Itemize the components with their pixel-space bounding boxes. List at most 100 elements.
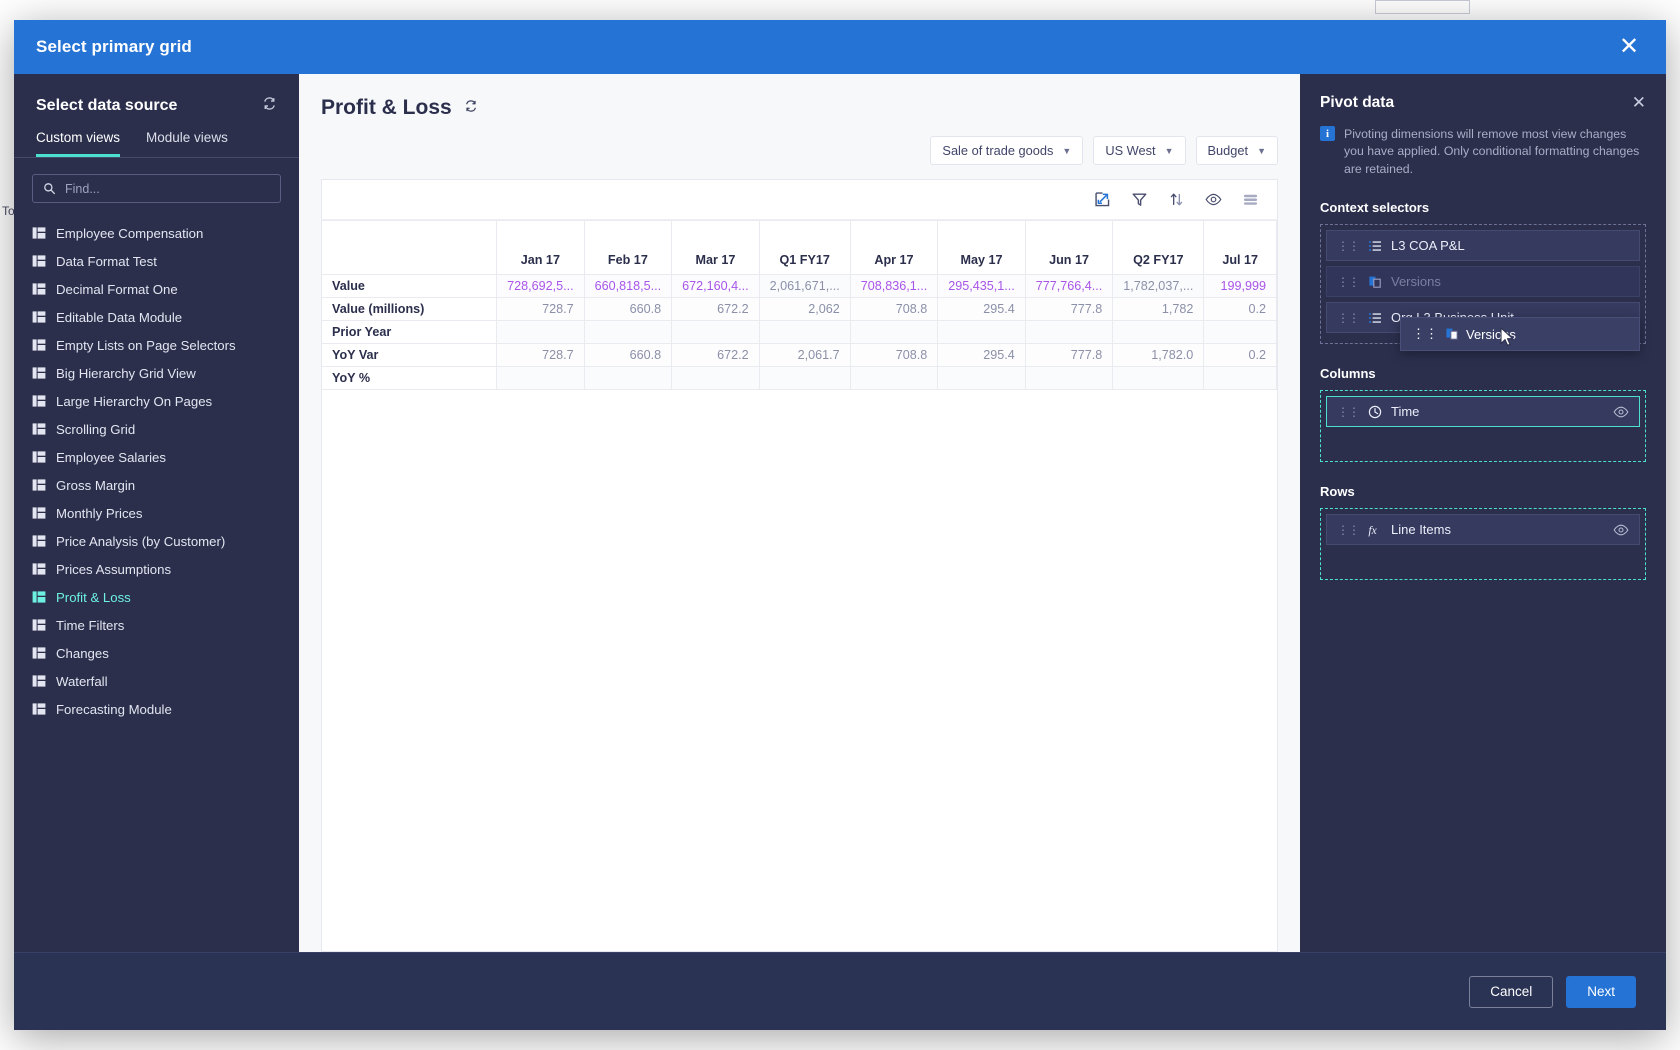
grid-cell[interactable]: 660.8 bbox=[584, 298, 672, 321]
sidebar-item-large-hierarchy-on-pages[interactable]: Large Hierarchy On Pages bbox=[14, 387, 299, 415]
column-header[interactable]: Apr 17 bbox=[850, 221, 938, 275]
grid-cell[interactable] bbox=[938, 321, 1026, 344]
grid-cell[interactable]: 1,782,037,... bbox=[1113, 275, 1204, 298]
sidebar-item-employee-compensation[interactable]: Employee Compensation bbox=[14, 219, 299, 247]
column-header[interactable]: Jul 17 bbox=[1204, 221, 1277, 275]
grid-cell[interactable]: 295.4 bbox=[938, 298, 1026, 321]
dropzone-columns[interactable]: ⋮⋮ Time bbox=[1320, 390, 1646, 462]
sidebar-item-scrolling-grid[interactable]: Scrolling Grid bbox=[14, 415, 299, 443]
sidebar-item-waterfall[interactable]: Waterfall bbox=[14, 667, 299, 695]
row-header[interactable]: Value (millions) bbox=[322, 298, 497, 321]
chip-line-items[interactable]: ⋮⋮ fx Line Items bbox=[1326, 514, 1640, 545]
close-icon[interactable]: ✕ bbox=[1632, 94, 1646, 111]
chip-time[interactable]: ⋮⋮ Time bbox=[1326, 396, 1640, 427]
grid-cell[interactable]: 777.8 bbox=[1025, 344, 1113, 367]
drag-ghost-versions[interactable]: ⋮⋮ Versions bbox=[1400, 317, 1640, 351]
grid-cell[interactable]: 672.2 bbox=[672, 344, 760, 367]
grid-cell[interactable]: 728.7 bbox=[497, 344, 585, 367]
grid-cell[interactable]: 2,061,671,... bbox=[759, 275, 850, 298]
grid-cell[interactable] bbox=[672, 321, 760, 344]
grid-cell[interactable]: 728,692,5... bbox=[497, 275, 585, 298]
tab-module-views[interactable]: Module views bbox=[146, 130, 228, 157]
sidebar-item-time-filters[interactable]: Time Filters bbox=[14, 611, 299, 639]
grid-cell[interactable]: 777,766,4... bbox=[1025, 275, 1113, 298]
next-button[interactable]: Next bbox=[1566, 976, 1636, 1008]
grid-cell[interactable]: 199,999 bbox=[1204, 275, 1277, 298]
grid-cell[interactable] bbox=[584, 321, 672, 344]
grid-cell[interactable] bbox=[1025, 321, 1113, 344]
sort-icon[interactable] bbox=[1168, 191, 1185, 208]
drag-handle-icon[interactable]: ⋮⋮ bbox=[1337, 275, 1359, 289]
grid-cell[interactable]: 672,160,4... bbox=[672, 275, 760, 298]
grid-cell[interactable] bbox=[1204, 321, 1277, 344]
grid-cell[interactable]: 2,061.7 bbox=[759, 344, 850, 367]
sidebar-item-price-analysis-by-customer[interactable]: Price Analysis (by Customer) bbox=[14, 527, 299, 555]
selector-sale-of-trade-goods[interactable]: Sale of trade goods ▼ bbox=[930, 136, 1083, 165]
sidebar-item-profit-loss[interactable]: Profit & Loss bbox=[14, 583, 299, 611]
grid-cell[interactable] bbox=[850, 321, 938, 344]
grid-cell[interactable]: 708.8 bbox=[850, 344, 938, 367]
sidebar-item-monthly-prices[interactable]: Monthly Prices bbox=[14, 499, 299, 527]
search-box[interactable] bbox=[32, 174, 281, 203]
sidebar-item-editable-data-module[interactable]: Editable Data Module bbox=[14, 303, 299, 331]
eye-icon[interactable] bbox=[1613, 404, 1629, 420]
chip-versions-placeholder[interactable]: ⋮⋮ Versions bbox=[1326, 266, 1640, 297]
refresh-icon[interactable] bbox=[262, 96, 277, 116]
tab-custom-views[interactable]: Custom views bbox=[36, 130, 120, 157]
refresh-icon[interactable] bbox=[464, 99, 478, 117]
sidebar-item-gross-margin[interactable]: Gross Margin bbox=[14, 471, 299, 499]
grid-cell[interactable] bbox=[1113, 367, 1204, 390]
grid-cell[interactable] bbox=[1113, 321, 1204, 344]
selector-budget[interactable]: Budget ▼ bbox=[1196, 136, 1278, 165]
grid-cell[interactable] bbox=[584, 367, 672, 390]
grid-cell[interactable] bbox=[1025, 367, 1113, 390]
grid-cell[interactable]: 660.8 bbox=[584, 344, 672, 367]
drag-handle-icon[interactable]: ⋮⋮ bbox=[1337, 523, 1359, 537]
grid-cell[interactable]: 708.8 bbox=[850, 298, 938, 321]
column-header[interactable]: Q1 FY17 bbox=[759, 221, 850, 275]
row-header[interactable]: YoY Var bbox=[322, 344, 497, 367]
grid-cell[interactable]: 728.7 bbox=[497, 298, 585, 321]
grid-cell[interactable]: 295.4 bbox=[938, 344, 1026, 367]
drag-handle-icon[interactable]: ⋮⋮ bbox=[1337, 405, 1359, 419]
grid-cell[interactable] bbox=[759, 321, 850, 344]
grid-cell[interactable] bbox=[497, 321, 585, 344]
data-grid-container[interactable]: Jan 17Feb 17Mar 17Q1 FY17Apr 17May 17Jun… bbox=[321, 219, 1278, 952]
filter-icon[interactable] bbox=[1131, 191, 1148, 208]
grid-cell[interactable] bbox=[497, 367, 585, 390]
drag-handle-icon[interactable]: ⋮⋮ bbox=[1337, 311, 1359, 325]
sidebar-item-decimal-format-one[interactable]: Decimal Format One bbox=[14, 275, 299, 303]
sidebar-item-prices-assumptions[interactable]: Prices Assumptions bbox=[14, 555, 299, 583]
close-icon[interactable]: ✕ bbox=[1614, 32, 1644, 62]
chip-l3-coa-pl[interactable]: ⋮⋮ L3 COA P&L bbox=[1326, 230, 1640, 261]
search-input[interactable] bbox=[65, 182, 270, 196]
grid-cell[interactable]: 660,818,5... bbox=[584, 275, 672, 298]
column-header[interactable]: May 17 bbox=[938, 221, 1026, 275]
grid-cell[interactable]: 295,435,1... bbox=[938, 275, 1026, 298]
grid-cell[interactable]: 708,836,1... bbox=[850, 275, 938, 298]
sidebar-item-forecasting-module[interactable]: Forecasting Module bbox=[14, 695, 299, 723]
column-header[interactable]: Jun 17 bbox=[1025, 221, 1113, 275]
selector-us-west[interactable]: US West ▼ bbox=[1093, 136, 1185, 165]
grid-cell[interactable]: 0.2 bbox=[1204, 298, 1277, 321]
grid-cell[interactable] bbox=[672, 367, 760, 390]
eye-icon[interactable] bbox=[1205, 191, 1222, 208]
row-header[interactable]: YoY % bbox=[322, 367, 497, 390]
grid-cell[interactable]: 1,782.0 bbox=[1113, 344, 1204, 367]
grid-cell[interactable]: 2,062 bbox=[759, 298, 850, 321]
grid-cell[interactable] bbox=[759, 367, 850, 390]
sidebar-item-empty-lists-on-page-selectors[interactable]: Empty Lists on Page Selectors bbox=[14, 331, 299, 359]
column-header[interactable]: Feb 17 bbox=[584, 221, 672, 275]
column-header[interactable]: Q2 FY17 bbox=[1113, 221, 1204, 275]
grid-cell[interactable] bbox=[938, 367, 1026, 390]
sidebar-item-data-format-test[interactable]: Data Format Test bbox=[14, 247, 299, 275]
export-icon[interactable] bbox=[1094, 191, 1111, 208]
eye-icon[interactable] bbox=[1613, 522, 1629, 538]
column-header[interactable]: Jan 17 bbox=[497, 221, 585, 275]
grid-cell[interactable] bbox=[850, 367, 938, 390]
list-options-icon[interactable] bbox=[1242, 191, 1259, 208]
grid-cell[interactable]: 777.8 bbox=[1025, 298, 1113, 321]
dropzone-rows[interactable]: ⋮⋮ fx Line Items bbox=[1320, 508, 1646, 580]
grid-cell[interactable]: 0.2 bbox=[1204, 344, 1277, 367]
sidebar-item-employee-salaries[interactable]: Employee Salaries bbox=[14, 443, 299, 471]
